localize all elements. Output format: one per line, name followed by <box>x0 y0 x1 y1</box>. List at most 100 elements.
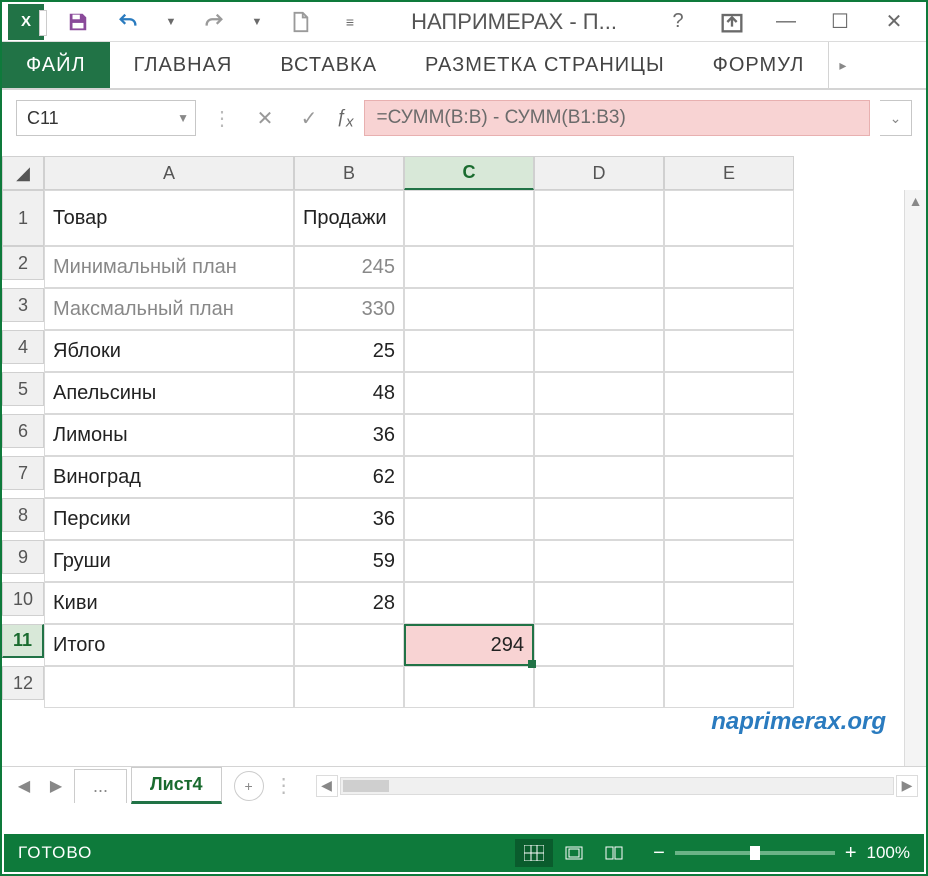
sheet-nav-prev[interactable]: ◀ <box>10 772 38 800</box>
cell-D8[interactable] <box>534 498 664 540</box>
cell-A1[interactable]: Товар <box>44 190 294 246</box>
ribbon-display-button[interactable] <box>718 8 746 36</box>
cancel-formula-button[interactable]: ✕ <box>248 101 282 135</box>
redo-dropdown[interactable]: ▼ <box>250 8 264 36</box>
sheet-tab-ellipsis[interactable]: ... <box>74 769 127 803</box>
cell-B2[interactable]: 245 <box>294 246 404 288</box>
cell-E9[interactable] <box>664 540 794 582</box>
cell-A6[interactable]: Лимоны <box>44 414 294 456</box>
row-header-2[interactable]: 2 <box>2 246 44 280</box>
cell-A11[interactable]: Итого <box>44 624 294 666</box>
cell-B7[interactable]: 62 <box>294 456 404 498</box>
zoom-out-button[interactable]: − <box>653 842 665 865</box>
cell-E2[interactable] <box>664 246 794 288</box>
cell-D6[interactable] <box>534 414 664 456</box>
cell-D9[interactable] <box>534 540 664 582</box>
col-header-B[interactable]: B <box>294 156 404 190</box>
cell-A9[interactable]: Груши <box>44 540 294 582</box>
ribbon-scroll-right[interactable]: ▸ <box>828 42 856 88</box>
cell-B12[interactable] <box>294 666 404 708</box>
cell-A8[interactable]: Персики <box>44 498 294 540</box>
cell-C7[interactable] <box>404 456 534 498</box>
insert-function-button[interactable]: ƒx <box>336 106 354 131</box>
cell-B4[interactable]: 25 <box>294 330 404 372</box>
select-all-corner[interactable]: ◢ <box>2 156 44 190</box>
cell-D3[interactable] <box>534 288 664 330</box>
row-header-6[interactable]: 6 <box>2 414 44 448</box>
cell-D2[interactable] <box>534 246 664 288</box>
cell-E10[interactable] <box>664 582 794 624</box>
tab-page-layout[interactable]: РАЗМЕТКА СТРАНИЦЫ <box>401 42 689 88</box>
cell-B11[interactable] <box>294 624 404 666</box>
help-button[interactable]: ? <box>664 8 692 36</box>
cell-E6[interactable] <box>664 414 794 456</box>
close-button[interactable]: ✕ <box>880 8 908 36</box>
undo-dropdown[interactable]: ▼ <box>164 8 178 36</box>
hscroll-thumb[interactable] <box>343 780 389 792</box>
row-header-9[interactable]: 9 <box>2 540 44 574</box>
cell-E1[interactable] <box>664 190 794 246</box>
cell-B9[interactable]: 59 <box>294 540 404 582</box>
zoom-in-button[interactable]: + <box>845 842 857 865</box>
cell-D4[interactable] <box>534 330 664 372</box>
row-header-5[interactable]: 5 <box>2 372 44 406</box>
row-header-10[interactable]: 10 <box>2 582 44 616</box>
undo-button[interactable] <box>114 8 142 36</box>
cell-A3[interactable]: Максмальный план <box>44 288 294 330</box>
maximize-button[interactable]: ☐ <box>826 8 854 36</box>
cell-E4[interactable] <box>664 330 794 372</box>
tab-formulas[interactable]: ФОРМУЛ <box>689 42 829 88</box>
qat-customize[interactable]: ≡ <box>336 8 364 36</box>
save-button[interactable] <box>64 8 92 36</box>
zoom-slider[interactable] <box>675 851 835 855</box>
sheet-nav-next[interactable]: ▶ <box>42 772 70 800</box>
hscroll-left[interactable]: ◀ <box>316 775 338 797</box>
cell-B10[interactable]: 28 <box>294 582 404 624</box>
cell-D11[interactable] <box>534 624 664 666</box>
name-box-dropdown-icon[interactable]: ▼ <box>177 111 189 125</box>
cell-A10[interactable]: Киви <box>44 582 294 624</box>
tab-home[interactable]: ГЛАВНАЯ <box>110 42 257 88</box>
enter-formula-button[interactable]: ✓ <box>292 101 326 135</box>
cell-C8[interactable] <box>404 498 534 540</box>
row-header-3[interactable]: 3 <box>2 288 44 322</box>
cell-E3[interactable] <box>664 288 794 330</box>
cell-B3[interactable]: 330 <box>294 288 404 330</box>
cell-C10[interactable] <box>404 582 534 624</box>
horizontal-scrollbar[interactable]: ◀ ▶ <box>316 775 918 797</box>
col-header-E[interactable]: E <box>664 156 794 190</box>
view-page-layout-button[interactable] <box>555 839 593 867</box>
cell-E7[interactable] <box>664 456 794 498</box>
row-header-4[interactable]: 4 <box>2 330 44 364</box>
vertical-scrollbar[interactable]: ▲ <box>904 190 926 766</box>
cell-A4[interactable]: Яблоки <box>44 330 294 372</box>
cell-B8[interactable]: 36 <box>294 498 404 540</box>
zoom-thumb[interactable] <box>750 846 760 860</box>
cell-D12[interactable] <box>534 666 664 708</box>
cell-E11[interactable] <box>664 624 794 666</box>
cell-C11[interactable]: 294 <box>404 624 534 666</box>
tab-file[interactable]: ФАЙЛ <box>2 42 110 88</box>
cell-C3[interactable] <box>404 288 534 330</box>
cell-C4[interactable] <box>404 330 534 372</box>
redo-button[interactable] <box>200 8 228 36</box>
cell-A7[interactable]: Виноград <box>44 456 294 498</box>
cell-E8[interactable] <box>664 498 794 540</box>
hscroll-right[interactable]: ▶ <box>896 775 918 797</box>
hscroll-track[interactable] <box>340 777 894 795</box>
cell-B1[interactable]: Продажи <box>294 190 404 246</box>
cell-D7[interactable] <box>534 456 664 498</box>
cell-D1[interactable] <box>534 190 664 246</box>
view-page-break-button[interactable] <box>595 839 633 867</box>
cell-A5[interactable]: Апельсины <box>44 372 294 414</box>
cell-D5[interactable] <box>534 372 664 414</box>
row-header-8[interactable]: 8 <box>2 498 44 532</box>
cell-C2[interactable] <box>404 246 534 288</box>
cell-E5[interactable] <box>664 372 794 414</box>
cell-E12[interactable] <box>664 666 794 708</box>
cell-C5[interactable] <box>404 372 534 414</box>
cell-A12[interactable] <box>44 666 294 708</box>
name-box[interactable]: C11 ▼ <box>16 100 196 136</box>
grid[interactable]: ◢ABCDE1ТоварПродажи2Минимальный план2453… <box>2 156 926 708</box>
row-header-1[interactable]: 1 <box>2 190 44 246</box>
